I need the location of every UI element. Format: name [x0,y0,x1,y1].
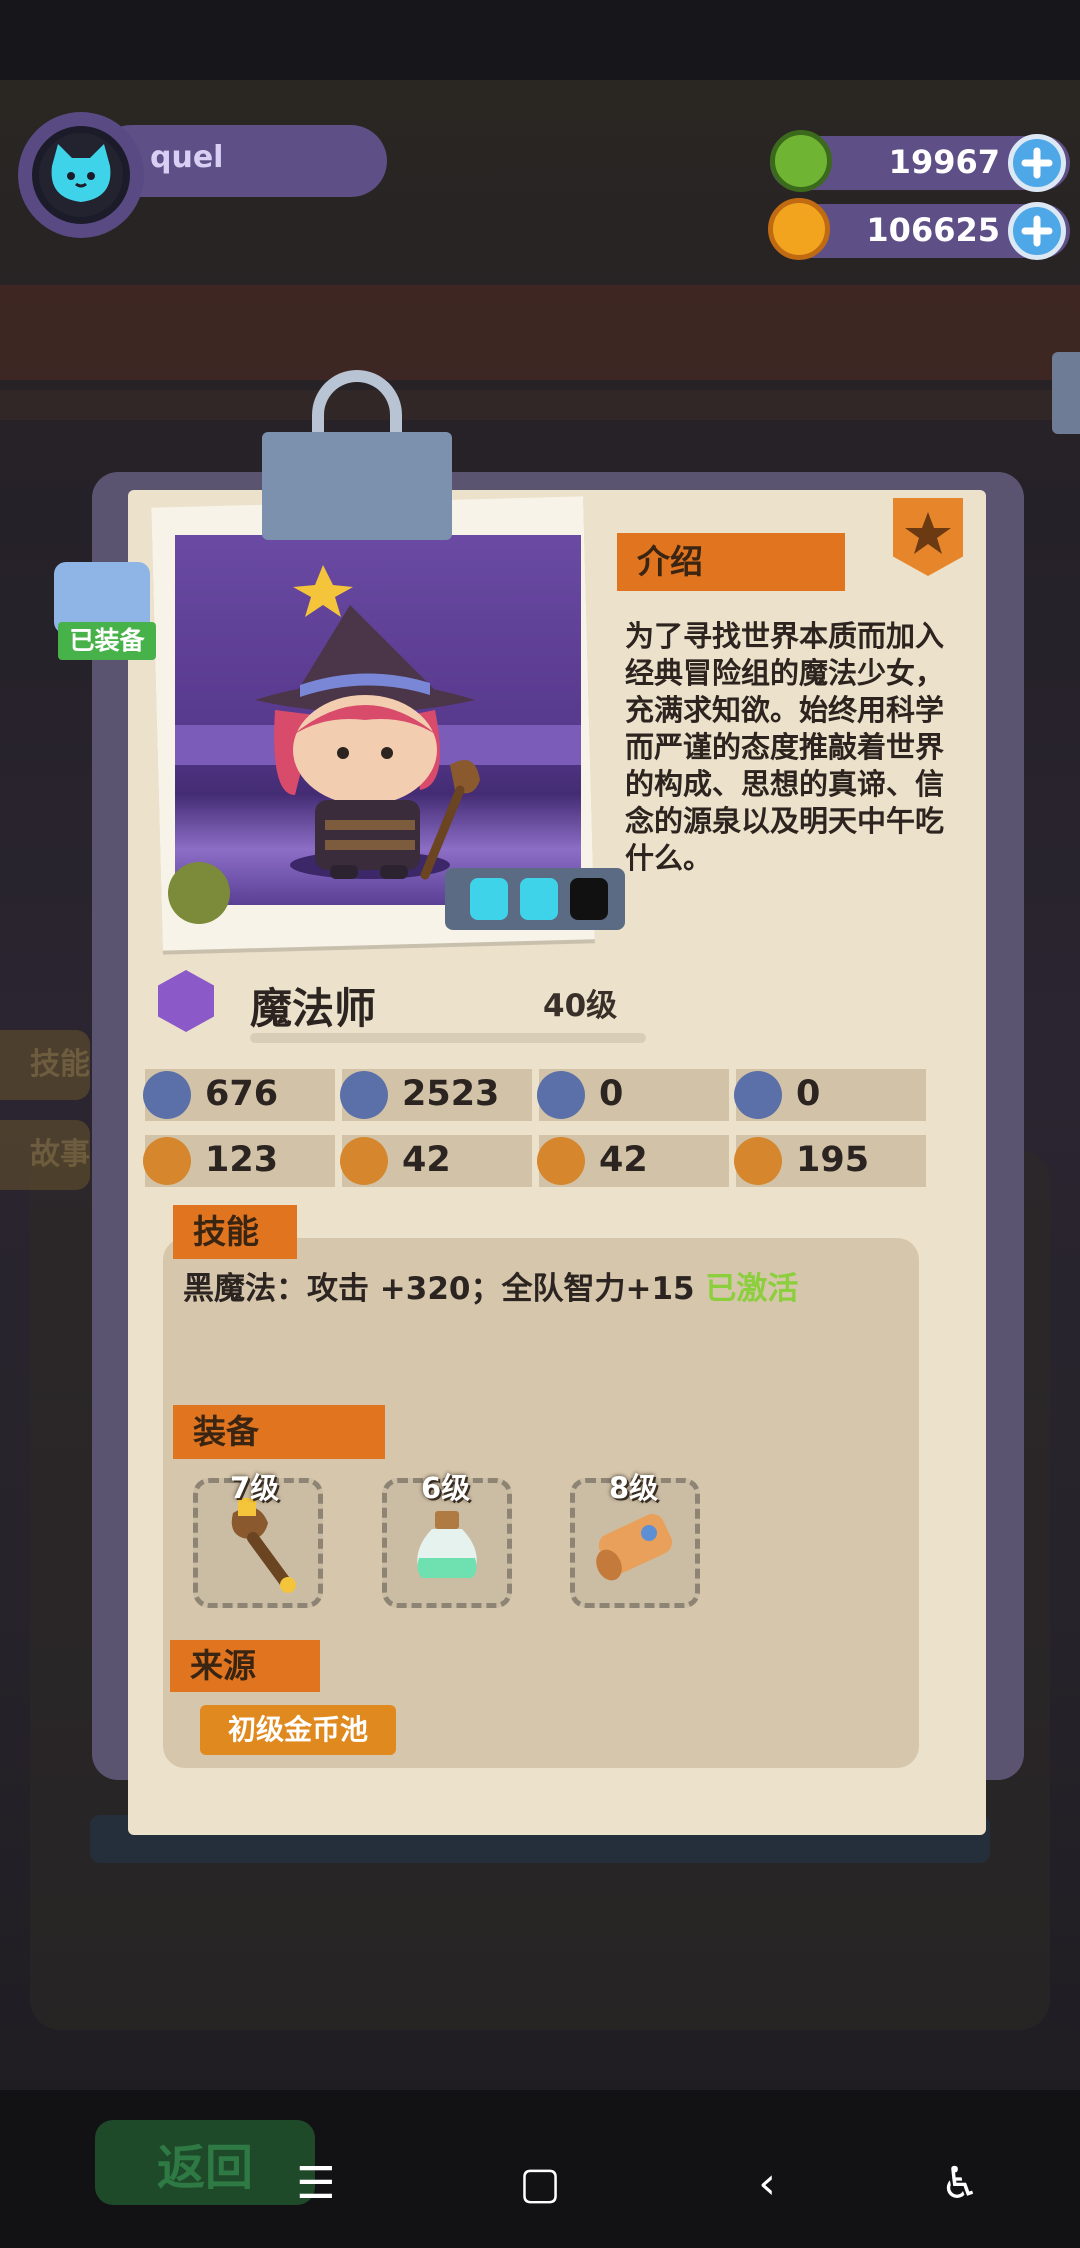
background-shelf-lower [0,390,1080,420]
background-side-tabs: 技能 故事 [0,1030,100,1210]
stat-defense-value: 0 [599,1074,624,1114]
avatar[interactable] [32,126,130,224]
character-portrait [175,535,581,905]
gem-value: 19967 [888,143,1000,181]
plus-icon [1021,215,1053,247]
stat-stamina-value: 42 [599,1140,648,1180]
plus-icon [1021,147,1053,179]
monster-badge-icon [168,862,230,924]
background-shelf [0,285,1080,380]
stat-resist-value: 0 [796,1074,821,1114]
add-gems-button[interactable] [1008,134,1066,192]
stat-strength-value: 123 [205,1140,279,1180]
shield-icon [537,1071,585,1119]
cat-avatar-icon [39,133,123,217]
character-level: 40级 [543,988,618,1024]
background-tab-skills: 技能 [0,1030,90,1100]
face-icon [340,1137,388,1185]
energy-full-icon [470,878,508,920]
witch-character-icon [175,565,581,880]
recent-apps-icon[interactable]: ☰ [286,2158,346,2209]
energy-empty-icon [570,878,608,920]
coin-value: 106625 [866,211,1000,249]
shield-sword-icon [340,1071,388,1119]
add-coins-button[interactable] [1008,202,1066,260]
skill-line: 黑魔法：攻击 +320；全队智力+15 已激活 [183,1263,798,1308]
class-name: 魔法师 [250,984,377,1033]
background-tab-story: 故事 [0,1120,90,1190]
strength-icon [143,1137,191,1185]
brain-icon [734,1137,782,1185]
equipment-level-3: 8级 [609,1471,659,1505]
source-gacha-button[interactable]: 初级金币池 [200,1705,396,1755]
shield-anchor-icon [734,1071,782,1119]
player-name: quel [150,140,224,175]
equipment-title: 装备 [173,1405,385,1459]
return-button: 返回 [95,2120,315,2205]
stat-charm-value: 42 [402,1140,451,1180]
skills-title: 技能 [173,1205,297,1259]
binder-clip [262,432,452,540]
title-underline [250,1033,646,1043]
share-icon[interactable] [1052,352,1080,434]
equipment-level-2: 6级 [421,1471,471,1505]
back-icon[interactable]: ‹ [737,2158,797,2209]
energy-full-icon [520,878,558,920]
muscle-icon [537,1137,585,1185]
shield-heart-icon [143,1071,191,1119]
skill-status: 已激活 [705,1271,799,1307]
equipment-level-1: 7级 [230,1471,280,1505]
home-icon[interactable]: ▢ [510,2158,570,2209]
stat-attack-value: 2523 [402,1074,500,1114]
accessibility-icon[interactable]: ♿ [930,2158,990,2209]
intro-title: 介绍 [617,533,845,591]
character-description: 为了寻找世界本质而加入经典冒险组的魔法少女，充满求知欲。始终用科学而严谨的态度推… [625,619,945,875]
stat-intelligence-value: 195 [796,1140,870,1180]
source-title: 来源 [170,1640,320,1692]
stat-hp-value: 676 [205,1074,279,1114]
skill-description: 黑魔法：攻击 +320；全队智力+15 [183,1271,706,1307]
equipped-label: 已装备 [58,622,156,660]
